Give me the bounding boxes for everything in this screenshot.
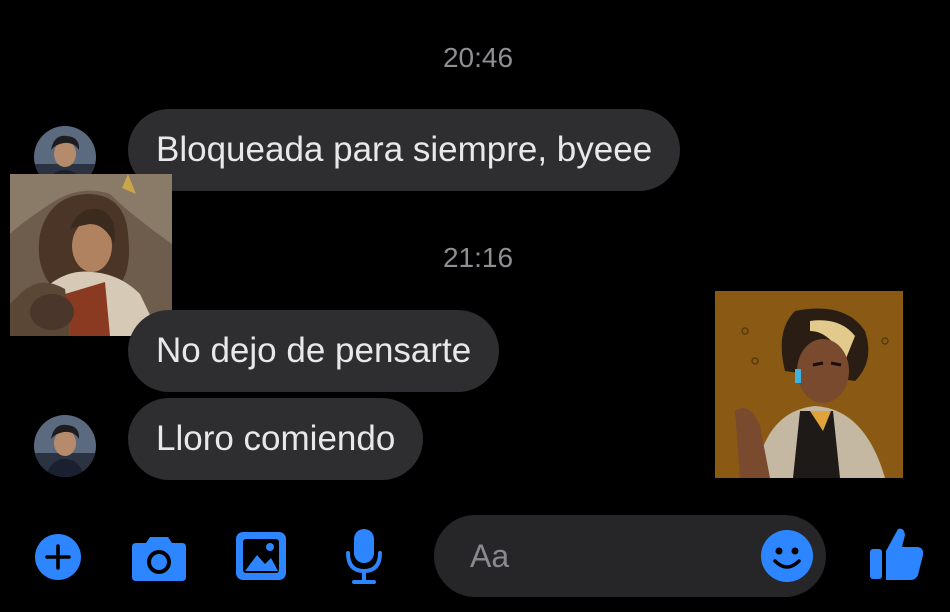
timestamp: 21:16 xyxy=(442,242,514,273)
message-bubble[interactable]: Bloqueada para siempre, byeee xyxy=(128,109,681,191)
image-icon[interactable] xyxy=(235,531,287,586)
contact-avatar[interactable] xyxy=(34,415,96,477)
timestamp: 20:46 xyxy=(442,42,514,73)
thumbs-up-icon[interactable] xyxy=(866,523,926,588)
message-composer: Aa xyxy=(0,505,950,612)
message-input[interactable]: Aa xyxy=(434,515,826,597)
emoji-icon[interactable] xyxy=(760,529,814,588)
plus-icon[interactable] xyxy=(34,533,82,586)
message-input-placeholder: Aa xyxy=(470,538,510,574)
message-bubble[interactable]: No dejo de pensarte xyxy=(128,310,500,392)
message-bubble[interactable]: Lloro comiendo xyxy=(128,398,424,480)
character-sticker-image xyxy=(715,291,903,478)
microphone-icon[interactable] xyxy=(344,527,384,590)
camera-icon[interactable] xyxy=(130,533,188,588)
